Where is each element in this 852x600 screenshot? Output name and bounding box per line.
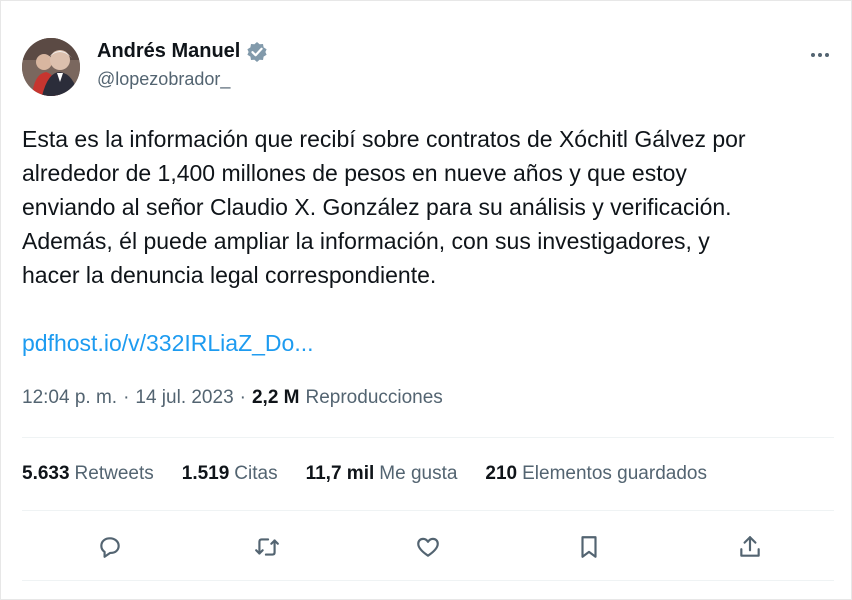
- bookmark-icon: [581, 536, 597, 558]
- tweet-link[interactable]: pdfhost.io/v/332IRLiaZ_Do...: [22, 330, 314, 357]
- tweet-time[interactable]: 12:04 p. m.: [22, 387, 117, 409]
- tweet-text: Esta es la información que recibí sobre …: [22, 126, 746, 288]
- retweet-button[interactable]: [250, 530, 284, 564]
- author-name[interactable]: Andrés Manuel: [97, 40, 240, 63]
- more-options-icon[interactable]: [805, 45, 835, 65]
- retweet-icon: [255, 538, 279, 556]
- reply-icon: [100, 537, 120, 558]
- author-block: Andrés Manuel @lopezobrador_: [97, 40, 268, 90]
- author-handle[interactable]: @lopezobrador_: [97, 69, 268, 90]
- action-bar: [0, 530, 852, 564]
- divider: [22, 510, 834, 511]
- dot: [811, 53, 815, 57]
- author-name-row: Andrés Manuel: [97, 40, 268, 63]
- like-icon: [417, 537, 439, 557]
- avatar-photo: [22, 38, 80, 96]
- views-label: Reproducciones: [305, 387, 443, 408]
- bookmark-button[interactable]: [572, 530, 606, 564]
- avatar[interactable]: [22, 38, 80, 96]
- like-button[interactable]: [411, 530, 445, 564]
- divider: [22, 437, 834, 438]
- views-count: 2,2 M: [251, 387, 300, 408]
- engagement-stats: 5.633 Retweets 1.519 Citas 11,7 mil Me gust…: [22, 463, 707, 485]
- divider: [22, 580, 834, 581]
- meta-separator: ·: [123, 387, 130, 408]
- verified-badge-icon[interactable]: [246, 41, 268, 63]
- share-button[interactable]: [733, 530, 767, 564]
- share-icon: [740, 536, 760, 557]
- dot: [818, 53, 822, 57]
- stat-bookmarks[interactable]: 210 Elementos guardados: [485, 463, 707, 485]
- meta-separator: ·: [239, 387, 246, 408]
- dot: [825, 53, 829, 57]
- tweet-meta: 12:04 p. m. · 14 jul. 2023 · 2,2 M Repro…: [22, 387, 443, 409]
- stat-retweets[interactable]: 5.633 Retweets: [22, 463, 154, 485]
- tweet-date[interactable]: 14 jul. 2023: [135, 387, 233, 409]
- stat-quotes[interactable]: 1.519 Citas: [182, 463, 278, 485]
- stat-likes[interactable]: 11,7 mil Me gusta: [306, 463, 458, 485]
- reply-button[interactable]: [93, 530, 127, 564]
